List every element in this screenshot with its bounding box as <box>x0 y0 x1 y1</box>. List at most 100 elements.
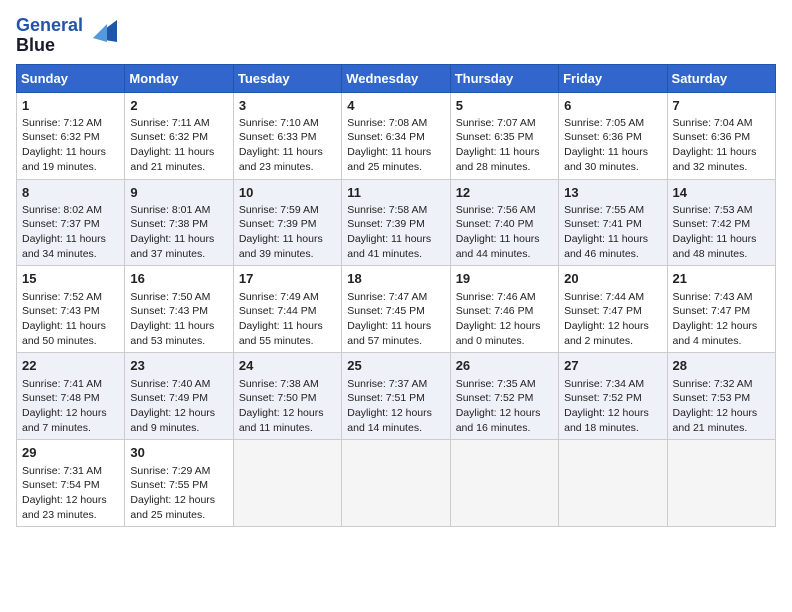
day-number: 13 <box>564 184 661 202</box>
col-header-monday: Monday <box>125 64 233 92</box>
day-number: 6 <box>564 97 661 115</box>
day-info: Sunrise: 7:11 AM Sunset: 6:32 PM Dayligh… <box>130 116 227 175</box>
calendar-cell: 12Sunrise: 7:56 AM Sunset: 7:40 PM Dayli… <box>450 179 558 266</box>
col-header-sunday: Sunday <box>17 64 125 92</box>
day-info: Sunrise: 7:10 AM Sunset: 6:33 PM Dayligh… <box>239 116 336 175</box>
calendar-cell: 8Sunrise: 8:02 AM Sunset: 7:37 PM Daylig… <box>17 179 125 266</box>
day-info: Sunrise: 7:29 AM Sunset: 7:55 PM Dayligh… <box>130 464 227 523</box>
day-info: Sunrise: 7:58 AM Sunset: 7:39 PM Dayligh… <box>347 203 444 262</box>
day-info: Sunrise: 7:49 AM Sunset: 7:44 PM Dayligh… <box>239 290 336 349</box>
calendar-week-2: 15 Sunrise: 7:52 AM Sunset: 7:43 PM Dayli… <box>17 266 776 353</box>
day-info: Sunrise: 7:41 AM Sunset: 7:48 PM Dayligh… <box>22 377 119 436</box>
logo-icon <box>85 20 117 42</box>
calendar-header-row: SundayMondayTuesdayWednesdayThursdayFrid… <box>17 64 776 92</box>
day-number: 22 <box>22 357 119 375</box>
day-number: 9 <box>130 184 227 202</box>
calendar-cell: 1Sunrise: 7:12 AM Sunset: 6:32 PM Daylig… <box>17 92 125 179</box>
calendar-cell: 16 Sunrise: 7:50 AM Sunset: 7:43 PM Dayli… <box>125 266 233 353</box>
col-header-saturday: Saturday <box>667 64 775 92</box>
calendar-cell: 21 Sunrise: 7:43 AM Sunset: 7:47 PM Dayli… <box>667 266 775 353</box>
day-info: Sunrise: 7:50 AM Sunset: 7:43 PM Dayligh… <box>130 290 227 349</box>
calendar-cell <box>450 440 558 527</box>
day-number: 15 <box>22 270 119 288</box>
day-number: 2 <box>130 97 227 115</box>
calendar-cell: 18 Sunrise: 7:47 AM Sunset: 7:45 PM Dayli… <box>342 266 450 353</box>
calendar-week-0: 1Sunrise: 7:12 AM Sunset: 6:32 PM Daylig… <box>17 92 776 179</box>
day-number: 16 <box>130 270 227 288</box>
calendar-cell: 19 Sunrise: 7:46 AM Sunset: 7:46 PM Dayli… <box>450 266 558 353</box>
calendar-cell: 7Sunrise: 7:04 AM Sunset: 6:36 PM Daylig… <box>667 92 775 179</box>
calendar-cell <box>559 440 667 527</box>
day-info: Sunrise: 8:02 AM Sunset: 7:37 PM Dayligh… <box>22 203 119 262</box>
day-number: 12 <box>456 184 553 202</box>
day-number: 30 <box>130 444 227 462</box>
day-number: 28 <box>673 357 770 375</box>
day-info: Sunrise: 7:52 AM Sunset: 7:43 PM Dayligh… <box>22 290 119 349</box>
col-header-friday: Friday <box>559 64 667 92</box>
page-header: GeneralBlue <box>16 16 776 56</box>
day-number: 11 <box>347 184 444 202</box>
day-number: 23 <box>130 357 227 375</box>
calendar-cell: 10Sunrise: 7:59 AM Sunset: 7:39 PM Dayli… <box>233 179 341 266</box>
calendar-cell: 5Sunrise: 7:07 AM Sunset: 6:35 PM Daylig… <box>450 92 558 179</box>
calendar-week-4: 29Sunrise: 7:31 AM Sunset: 7:54 PM Dayli… <box>17 440 776 527</box>
calendar-cell: 26 Sunrise: 7:35 AM Sunset: 7:52 PM Dayli… <box>450 353 558 440</box>
day-info: Sunrise: 7:05 AM Sunset: 6:36 PM Dayligh… <box>564 116 661 175</box>
day-info: Sunrise: 7:12 AM Sunset: 6:32 PM Dayligh… <box>22 116 119 175</box>
col-header-tuesday: Tuesday <box>233 64 341 92</box>
calendar-cell: 30 Sunrise: 7:29 AM Sunset: 7:55 PM Dayli… <box>125 440 233 527</box>
day-info: Sunrise: 7:38 AM Sunset: 7:50 PM Dayligh… <box>239 377 336 436</box>
calendar-cell <box>667 440 775 527</box>
calendar-cell: 11Sunrise: 7:58 AM Sunset: 7:39 PM Dayli… <box>342 179 450 266</box>
day-number: 21 <box>673 270 770 288</box>
day-info: Sunrise: 7:43 AM Sunset: 7:47 PM Dayligh… <box>673 290 770 349</box>
calendar-cell: 2Sunrise: 7:11 AM Sunset: 6:32 PM Daylig… <box>125 92 233 179</box>
day-number: 20 <box>564 270 661 288</box>
calendar-cell: 6Sunrise: 7:05 AM Sunset: 6:36 PM Daylig… <box>559 92 667 179</box>
day-info: Sunrise: 7:34 AM Sunset: 7:52 PM Dayligh… <box>564 377 661 436</box>
calendar-cell: 3Sunrise: 7:10 AM Sunset: 6:33 PM Daylig… <box>233 92 341 179</box>
day-info: Sunrise: 7:07 AM Sunset: 6:35 PM Dayligh… <box>456 116 553 175</box>
day-info: Sunrise: 8:01 AM Sunset: 7:38 PM Dayligh… <box>130 203 227 262</box>
day-info: Sunrise: 7:08 AM Sunset: 6:34 PM Dayligh… <box>347 116 444 175</box>
day-info: Sunrise: 7:47 AM Sunset: 7:45 PM Dayligh… <box>347 290 444 349</box>
day-info: Sunrise: 7:40 AM Sunset: 7:49 PM Dayligh… <box>130 377 227 436</box>
day-info: Sunrise: 7:56 AM Sunset: 7:40 PM Dayligh… <box>456 203 553 262</box>
day-number: 24 <box>239 357 336 375</box>
calendar-cell: 22 Sunrise: 7:41 AM Sunset: 7:48 PM Dayli… <box>17 353 125 440</box>
day-number: 3 <box>239 97 336 115</box>
day-info: Sunrise: 7:46 AM Sunset: 7:46 PM Dayligh… <box>456 290 553 349</box>
col-header-thursday: Thursday <box>450 64 558 92</box>
day-info: Sunrise: 7:53 AM Sunset: 7:42 PM Dayligh… <box>673 203 770 262</box>
day-number: 5 <box>456 97 553 115</box>
day-info: Sunrise: 7:32 AM Sunset: 7:53 PM Dayligh… <box>673 377 770 436</box>
calendar-cell: 4Sunrise: 7:08 AM Sunset: 6:34 PM Daylig… <box>342 92 450 179</box>
day-number: 4 <box>347 97 444 115</box>
day-number: 7 <box>673 97 770 115</box>
calendar-cell <box>342 440 450 527</box>
day-info: Sunrise: 7:44 AM Sunset: 7:47 PM Dayligh… <box>564 290 661 349</box>
calendar-cell: 25Sunrise: 7:37 AM Sunset: 7:51 PM Dayli… <box>342 353 450 440</box>
day-info: Sunrise: 7:35 AM Sunset: 7:52 PM Dayligh… <box>456 377 553 436</box>
day-number: 8 <box>22 184 119 202</box>
day-number: 29 <box>22 444 119 462</box>
day-info: Sunrise: 7:37 AM Sunset: 7:51 PM Dayligh… <box>347 377 444 436</box>
day-info: Sunrise: 7:04 AM Sunset: 6:36 PM Dayligh… <box>673 116 770 175</box>
calendar-cell: 13Sunrise: 7:55 AM Sunset: 7:41 PM Dayli… <box>559 179 667 266</box>
calendar-cell: 15 Sunrise: 7:52 AM Sunset: 7:43 PM Dayli… <box>17 266 125 353</box>
calendar-cell: 28 Sunrise: 7:32 AM Sunset: 7:53 PM Dayli… <box>667 353 775 440</box>
day-number: 10 <box>239 184 336 202</box>
calendar-cell <box>233 440 341 527</box>
calendar-cell: 14Sunrise: 7:53 AM Sunset: 7:42 PM Dayli… <box>667 179 775 266</box>
day-number: 14 <box>673 184 770 202</box>
day-number: 19 <box>456 270 553 288</box>
calendar-cell: 23 Sunrise: 7:40 AM Sunset: 7:49 PM Dayli… <box>125 353 233 440</box>
col-header-wednesday: Wednesday <box>342 64 450 92</box>
logo-text: GeneralBlue <box>16 16 83 56</box>
calendar-cell: 24 Sunrise: 7:38 AM Sunset: 7:50 PM Dayli… <box>233 353 341 440</box>
day-number: 26 <box>456 357 553 375</box>
calendar-cell: 9Sunrise: 8:01 AM Sunset: 7:38 PM Daylig… <box>125 179 233 266</box>
calendar-cell: 17Sunrise: 7:49 AM Sunset: 7:44 PM Dayli… <box>233 266 341 353</box>
calendar-week-3: 22 Sunrise: 7:41 AM Sunset: 7:48 PM Dayli… <box>17 353 776 440</box>
day-number: 18 <box>347 270 444 288</box>
